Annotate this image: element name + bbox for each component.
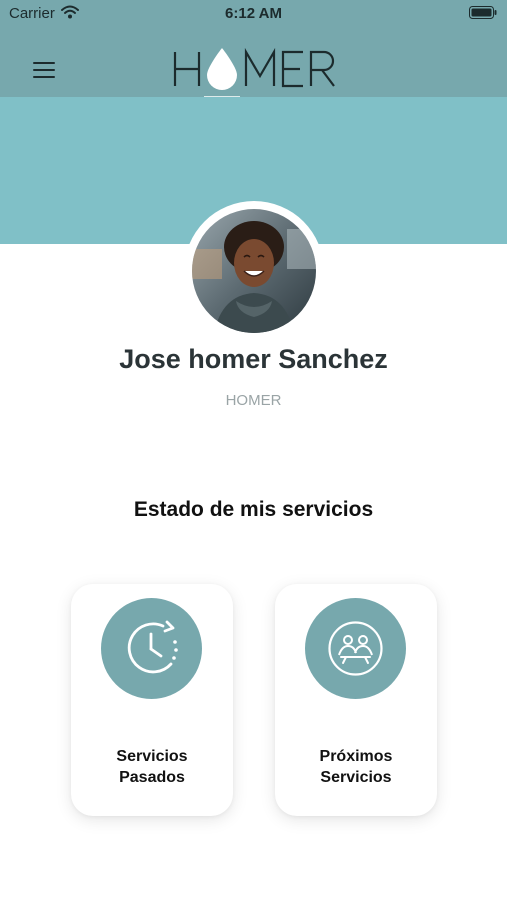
upcoming-services-card[interactable]: Próximos Servicios [275, 584, 437, 816]
menu-line [33, 62, 55, 64]
past-services-label: Servicios Pasados [79, 746, 225, 788]
past-services-card[interactable]: Servicios Pasados [71, 584, 233, 816]
history-clock-icon [127, 620, 178, 674]
upcoming-services-label-line1: Próximos [319, 748, 393, 765]
past-services-label-line1: Servicios [116, 748, 188, 765]
battery-icon [469, 6, 497, 19]
upcoming-services-label-line2: Servicios [320, 769, 392, 786]
menu-line [33, 69, 55, 71]
past-services-label-line2: Pasados [119, 769, 185, 786]
upcoming-services-label: Próximos Servicios [283, 746, 429, 788]
top-navigation-bar: Carrier 6:12 AM [0, 0, 507, 98]
user-role: HOMER [225, 392, 282, 409]
user-avatar[interactable] [192, 209, 316, 333]
upcoming-services-icon-circle [305, 598, 406, 699]
menu-line [33, 76, 55, 78]
user-name: Jose homer Sanchez [119, 344, 388, 374]
past-services-icon-circle [101, 598, 202, 699]
status-time: 6:12 AM [225, 5, 282, 22]
hamburger-menu-button[interactable] [30, 58, 60, 84]
people-meeting-icon [328, 621, 383, 676]
services-section-title: Estado de mis servicios [133, 498, 374, 521]
homer-logo [173, 47, 335, 98]
status-bar: Carrier 6:12 AM [0, 0, 507, 28]
